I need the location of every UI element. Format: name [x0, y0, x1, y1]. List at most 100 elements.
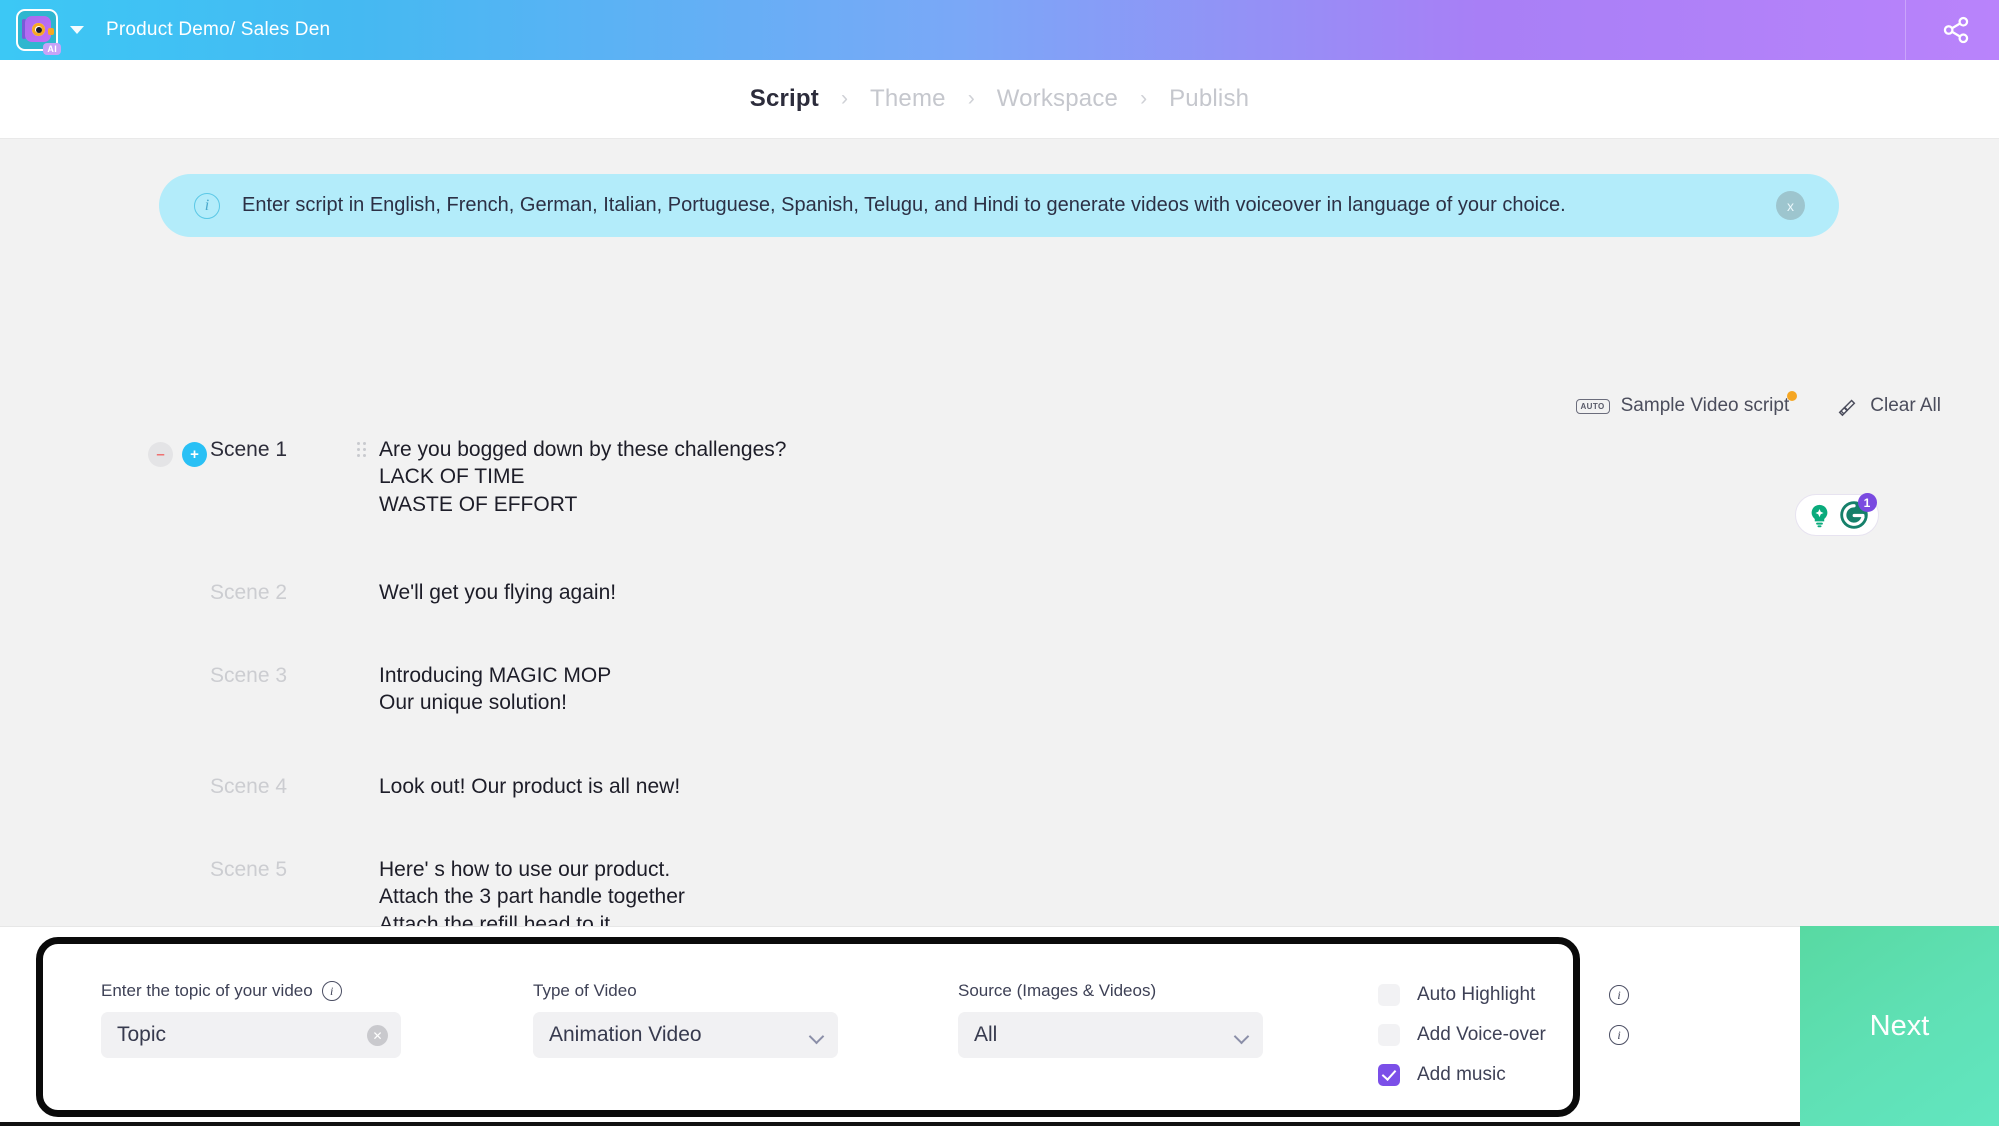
settings-highlight-box: Enter the topic of your video i Topic ✕ …: [36, 937, 1629, 1117]
auto-highlight-row[interactable]: Auto Highlight i: [1378, 975, 1629, 1015]
drag-handle-icon[interactable]: [345, 424, 379, 457]
scene-spacer: [0, 717, 1999, 761]
scene-controls: [148, 650, 210, 668]
drag-handle-placeholder: [345, 761, 379, 779]
source-label: Source (Images & Videos): [958, 981, 1157, 1000]
source-select[interactable]: All: [958, 1012, 1263, 1058]
scene-line: WASTE OF EFFORT: [379, 492, 578, 516]
auto-highlight-label: Auto Highlight: [1417, 984, 1536, 1005]
auto-badge-icon: AUTO: [1575, 398, 1610, 414]
scene-label: Scene 2: [210, 580, 288, 604]
lightbulb-icon: [1811, 504, 1827, 527]
scene-label: Scene 3: [210, 664, 288, 688]
auto-highlight-checkbox[interactable]: [1378, 984, 1400, 1006]
options-checkbox-group: Auto Highlight i Add Voice-over i Add mu…: [1378, 975, 1629, 1095]
next-button[interactable]: Next: [1800, 926, 1999, 1126]
top-brand-bar: AI Product Demo/ Sales Den: [0, 0, 1999, 60]
video-type-select[interactable]: Animation Video: [533, 1012, 838, 1058]
window-bottom-edge: [0, 1122, 1999, 1126]
clear-x-icon[interactable]: ✕: [367, 1025, 388, 1046]
notice-message: Enter script in English, French, German,…: [242, 194, 1566, 216]
scene-text[interactable]: Here' s how to use our product. Attach t…: [379, 844, 685, 926]
scene-text[interactable]: Look out! Our product is all new!: [379, 761, 680, 800]
scene-row[interactable]: Scene 4 Look out! Our product is all new…: [0, 761, 1999, 800]
scene-spacer: [0, 606, 1999, 650]
add-music-checkbox[interactable]: [1378, 1064, 1400, 1086]
script-editor-area: i Enter script in English, French, Germa…: [0, 139, 1999, 926]
scene-row[interactable]: – + Scene 1 Are you bogged down by these…: [0, 424, 1999, 518]
scene-line: Look out! Our product is all new!: [379, 774, 681, 798]
chevron-down-icon: [1233, 1028, 1250, 1045]
info-circle-icon: i: [194, 192, 220, 219]
scene-line: We'll get you flying again!: [379, 580, 617, 604]
logo-lens-shape: [32, 23, 45, 36]
scene-row[interactable]: Scene 2 We'll get you flying again!: [0, 567, 1999, 606]
scene-label: Scene 1: [210, 438, 288, 461]
scene-controls: – +: [148, 424, 210, 467]
scene-text[interactable]: Are you bogged down by these challenges?…: [379, 424, 786, 518]
step-separator-2: ›: [967, 87, 975, 110]
topic-input[interactable]: Topic ✕: [101, 1012, 401, 1058]
script-toolbar: AUTO Sample Video script Clear All: [1575, 391, 1941, 417]
scene-controls: [148, 844, 210, 862]
source-label-row: Source (Images & Videos): [958, 981, 1263, 1001]
language-notice-banner: i Enter script in English, French, Germa…: [159, 174, 1839, 237]
scene-spacer: [0, 800, 1999, 844]
video-type-value: Animation Video: [549, 1023, 702, 1046]
scene-line: Attach the 3 part handle together: [379, 885, 685, 909]
scene-line: Introducing MAGIC MOP: [379, 664, 612, 688]
brush-icon: [1838, 399, 1856, 417]
scene-label: Scene 5: [210, 858, 288, 882]
grammarly-badge-count: 1: [1857, 493, 1877, 512]
clear-all-button[interactable]: Clear All: [1835, 395, 1941, 417]
scene-text[interactable]: Introducing MAGIC MOP Our unique solutio…: [379, 650, 611, 717]
topic-label-row: Enter the topic of your video i: [101, 981, 401, 1001]
scene-label: Scene 4: [210, 774, 288, 798]
add-music-row[interactable]: Add music: [1378, 1055, 1629, 1095]
step-publish[interactable]: Publish: [1169, 85, 1249, 113]
scene-spacer: [0, 518, 1999, 567]
drag-handle-placeholder: [345, 567, 379, 585]
step-script[interactable]: Script: [750, 85, 819, 113]
info-circle-icon[interactable]: i: [321, 981, 342, 1001]
share-nodes-icon: [1943, 16, 1969, 44]
scene-row[interactable]: Scene 5 Here' s how to use our product. …: [0, 844, 1999, 926]
video-type-label: Type of Video: [533, 981, 637, 1000]
add-voiceover-label: Add Voice-over: [1417, 1024, 1546, 1045]
sample-video-script-button[interactable]: AUTO Sample Video script: [1575, 391, 1798, 417]
drag-handle-placeholder: [345, 844, 379, 862]
sample-video-script-label: Sample Video script: [1620, 395, 1790, 416]
logo-dot-shape: [48, 28, 54, 35]
chevron-down-icon[interactable]: [70, 26, 84, 34]
bottom-settings-bar: Enter the topic of your video i Topic ✕ …: [0, 926, 1999, 1126]
source-field: Source (Images & Videos) All: [958, 981, 1263, 1058]
close-icon[interactable]: x: [1776, 191, 1805, 220]
add-voiceover-checkbox[interactable]: [1378, 1024, 1400, 1046]
logo-ai-badge: AI: [43, 43, 61, 55]
step-workspace[interactable]: Workspace: [997, 85, 1118, 113]
info-circle-icon[interactable]: i: [1609, 985, 1629, 1005]
project-title: Product Demo/ Sales Den: [106, 19, 331, 40]
share-button[interactable]: [1939, 14, 1973, 46]
step-separator-3: ›: [1140, 87, 1148, 110]
camera-ai-logo-icon: AI: [16, 9, 61, 55]
toolbar-divider: [1905, 0, 1906, 60]
topic-input-value: Topic: [117, 1023, 167, 1046]
scene-line: Attach the refill head to it: [379, 912, 611, 926]
step-breadcrumb: Script › Theme › Workspace › Publish: [0, 60, 1999, 139]
clear-all-label: Clear All: [1870, 395, 1941, 416]
topic-label: Enter the topic of your video: [101, 981, 313, 1000]
grammarly-widget[interactable]: 1: [1795, 493, 1879, 536]
scene-row[interactable]: Scene 3 Introducing MAGIC MOP Our unique…: [0, 650, 1999, 717]
step-separator-1: ›: [840, 87, 848, 110]
scene-text[interactable]: We'll get you flying again!: [379, 567, 616, 606]
step-theme[interactable]: Theme: [870, 85, 946, 113]
add-voiceover-row[interactable]: Add Voice-over i: [1378, 1015, 1629, 1055]
info-circle-icon[interactable]: i: [1609, 1025, 1629, 1045]
add-scene-button[interactable]: +: [182, 442, 207, 467]
topic-field: Enter the topic of your video i Topic ✕: [101, 981, 401, 1058]
scene-controls: [148, 567, 210, 585]
logo-area[interactable]: AI: [16, 9, 84, 55]
grammarly-g-icon[interactable]: 1: [1839, 493, 1877, 530]
remove-scene-button[interactable]: –: [148, 442, 173, 467]
